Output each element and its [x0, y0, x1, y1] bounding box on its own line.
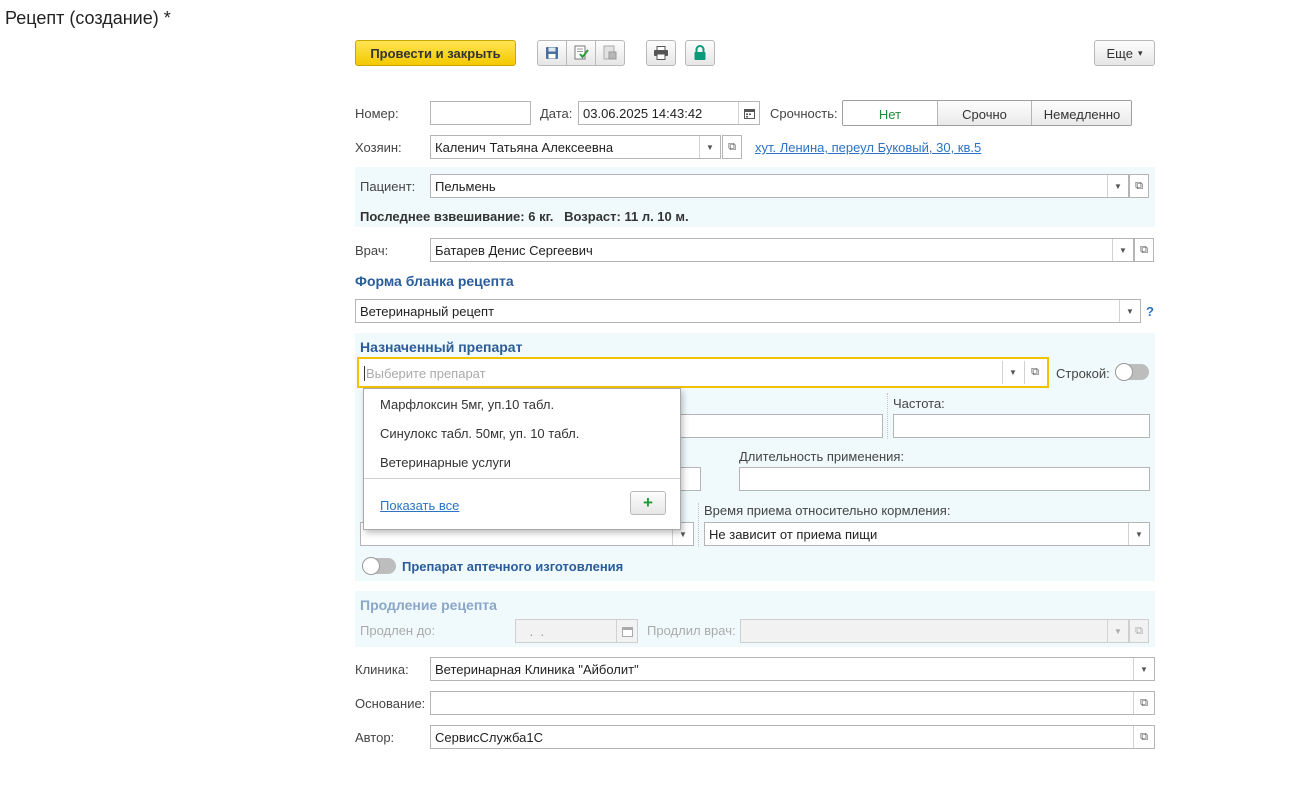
duration-input[interactable] [739, 467, 1150, 491]
column-separator-2 [698, 503, 699, 547]
column-separator [887, 393, 888, 439]
doctor-label: Врач: [355, 243, 389, 258]
form-blank-input[interactable]: Ветеринарный рецепт ▼ [355, 299, 1141, 323]
owner-label: Хозяин: [355, 140, 402, 155]
patient-value: Пельмень [435, 178, 496, 194]
extended-by-label: Продлил врач: [647, 623, 736, 638]
post-button[interactable] [566, 40, 596, 66]
drug-dropdown-popup: Марфлоксин 5мг, уп.10 табл. Синулокс таб… [363, 388, 681, 530]
lock-button[interactable] [685, 40, 715, 66]
unpost-button[interactable] [595, 40, 625, 66]
number-label: Номер: [355, 106, 399, 121]
author-open-icon[interactable]: ⧉ [1133, 726, 1154, 748]
window-title: Рецепт (создание) * [5, 8, 171, 28]
basis-label: Основание: [355, 696, 426, 711]
extension-title: Продление рецепта [360, 597, 497, 613]
urgency-label: Срочность: [770, 106, 838, 121]
owner-address-link[interactable]: хут. Ленина, переул Буковый, 30, кв.5 [755, 140, 981, 155]
extended-until-value: . . [526, 623, 545, 639]
more-label: Еще [1106, 45, 1133, 61]
basis-input[interactable]: ⧉ [430, 691, 1155, 715]
form-blank-value: Ветеринарный рецепт [360, 303, 495, 319]
patient-info: Последнее взвешивание: 6 кг. Возраст: 11… [360, 209, 689, 224]
owner-open-icon[interactable]: ⧉ [722, 135, 742, 159]
extended-by-dropdown-icon: ▼ [1107, 620, 1128, 642]
drug-section-title: Назначенный препарат [360, 339, 523, 355]
pharmacy-label: Препарат аптечного изготовления [402, 559, 624, 574]
number-input[interactable] [430, 101, 531, 125]
extended-until-calendar-icon [616, 620, 637, 642]
help-icon[interactable]: ? [1146, 304, 1154, 319]
owner-dropdown-icon[interactable]: ▼ [699, 136, 720, 158]
drug-open-icon[interactable]: ⧉ [1024, 361, 1045, 384]
print-button[interactable] [646, 40, 676, 66]
patient-dropdown-icon[interactable]: ▼ [1107, 175, 1128, 197]
calendar-icon[interactable] [738, 102, 759, 124]
duration-label: Длительность применения: [739, 449, 905, 464]
date-value: 03.06.2025 14:43:42 [583, 105, 703, 121]
doctor-open-icon[interactable]: ⧉ [1134, 238, 1154, 262]
extended-by-open-icon: ⧉ [1129, 619, 1149, 643]
patient-open-icon[interactable]: ⧉ [1129, 174, 1149, 198]
plus-icon: + [643, 493, 653, 512]
save-icon [546, 47, 558, 59]
save-button[interactable] [537, 40, 567, 66]
author-input[interactable]: СервисСлужба1С ⧉ [430, 725, 1155, 749]
line-mode-label: Строкой: [1056, 366, 1110, 381]
post-and-close-button[interactable]: Провести и закрыть [355, 40, 516, 66]
drug-select[interactable]: Выберите препарат ▼ ⧉ [357, 357, 1049, 388]
urgency-option-immediate[interactable]: Немедленно [1032, 101, 1131, 125]
add-drug-button[interactable]: + [630, 491, 666, 515]
dropdown-item-sinulox[interactable]: Синулокс табл. 50мг, уп. 10 табл. [380, 426, 579, 441]
feeding-dropdown-icon[interactable]: ▼ [1128, 523, 1149, 545]
unpost-document-icon [603, 45, 617, 60]
urgency-option-urgent[interactable]: Срочно [938, 101, 1032, 125]
show-all-link[interactable]: Показать все [380, 498, 459, 513]
lock-icon [694, 45, 706, 60]
urgency-switch[interactable]: Нет Срочно Немедленно [842, 100, 1132, 126]
date-input[interactable]: 03.06.2025 14:43:42 [578, 101, 760, 125]
doctor-input[interactable]: Батарев Денис Сергеевич ▼ [430, 238, 1134, 262]
pharmacy-toggle[interactable] [362, 557, 396, 575]
extended-by-input: ▼ [740, 619, 1129, 643]
owner-value: Каленич Татьяна Алексеевна [435, 139, 614, 155]
extended-until-input: . . [515, 619, 638, 643]
dropdown-divider [364, 478, 680, 479]
form-blank-title: Форма бланка рецепта [355, 273, 514, 289]
clinic-value: Ветеринарная Клиника "Айболит" [435, 661, 639, 677]
urgency-option-none[interactable]: Нет [843, 101, 938, 125]
printer-icon [654, 46, 668, 60]
chevron-down-icon: ▾ [1137, 47, 1143, 58]
drug-dropdown-icon[interactable]: ▼ [1002, 361, 1023, 384]
feeding-select[interactable]: Не зависит от приема пищи ▼ [704, 522, 1150, 546]
drug-input-placeholder[interactable]: Выберите препарат [364, 366, 486, 381]
dropdown-item-marfloxin[interactable]: Марфлоксин 5мг, уп.10 табл. [380, 397, 554, 412]
author-label: Автор: [355, 730, 395, 745]
dosage-input[interactable] [675, 414, 883, 438]
patient-label: Пациент: [360, 179, 416, 194]
owner-input[interactable]: Каленич Татьяна Алексеевна ▼ [430, 135, 721, 159]
more-button[interactable]: Еще ▾ [1094, 40, 1155, 66]
date-label: Дата: [540, 106, 573, 121]
clinic-label: Клиника: [355, 662, 409, 677]
author-value: СервисСлужба1С [435, 729, 543, 745]
line-mode-toggle[interactable] [1115, 363, 1149, 381]
clinic-dropdown-icon[interactable]: ▼ [1133, 658, 1154, 680]
feeding-label: Время приема относительно кормления: [704, 503, 951, 518]
clinic-input[interactable]: Ветеринарная Клиника "Айболит" ▼ [430, 657, 1155, 681]
extended-until-label: Продлен до: [360, 623, 436, 638]
patient-input[interactable]: Пельмень ▼ [430, 174, 1129, 198]
post-document-icon [574, 45, 589, 60]
doctor-value: Батарев Денис Сергеевич [435, 242, 593, 258]
frequency-label: Частота: [893, 396, 945, 411]
form-blank-dropdown-icon[interactable]: ▼ [1119, 300, 1140, 322]
feeding-value: Не зависит от приема пищи [709, 526, 878, 542]
basis-open-icon[interactable]: ⧉ [1133, 692, 1154, 714]
dropdown-item-vet-services[interactable]: Ветеринарные услуги [380, 455, 511, 470]
doctor-dropdown-icon[interactable]: ▼ [1112, 239, 1133, 261]
frequency-input[interactable] [893, 414, 1150, 438]
